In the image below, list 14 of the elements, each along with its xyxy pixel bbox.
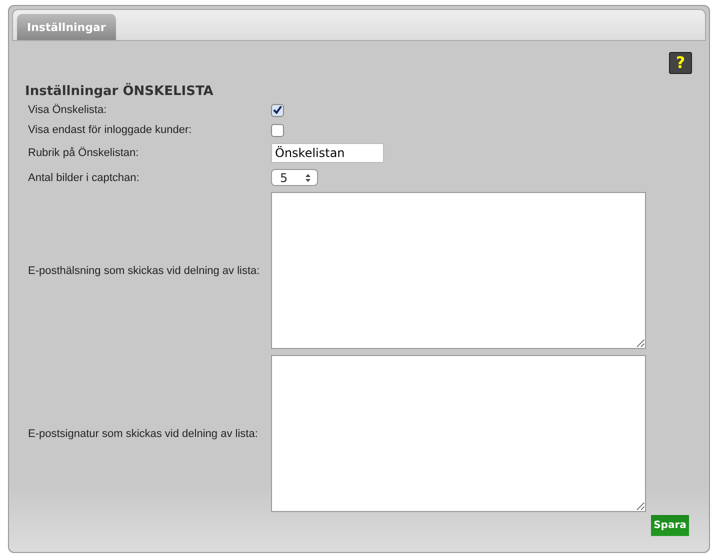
section-heading: Inställningar ÖNSKELISTA [25,84,214,99]
text-field[interactable]: Önskelistan [271,143,384,163]
save-button[interactable]: Spara [651,515,689,536]
field-label: Antal bilder i captchan: [28,172,140,184]
number-dropdown[interactable]: 5 [271,169,318,186]
field-label: E-postsignatur som skickas vid delning av lista: [28,428,259,440]
checkbox[interactable] [271,124,284,136]
field-label: Visa Önskelista: [28,104,108,116]
field-label: Visa endast för inloggade kunder: [28,124,193,136]
field-label: E-posthälsning som skickas vid delning av lista: [28,264,261,276]
up-down-arrows-icon [305,172,311,182]
help-button[interactable]: ? [669,52,692,74]
field-label: Rubrik på Önskelistan: [28,147,140,159]
checkbox[interactable] [271,104,284,116]
